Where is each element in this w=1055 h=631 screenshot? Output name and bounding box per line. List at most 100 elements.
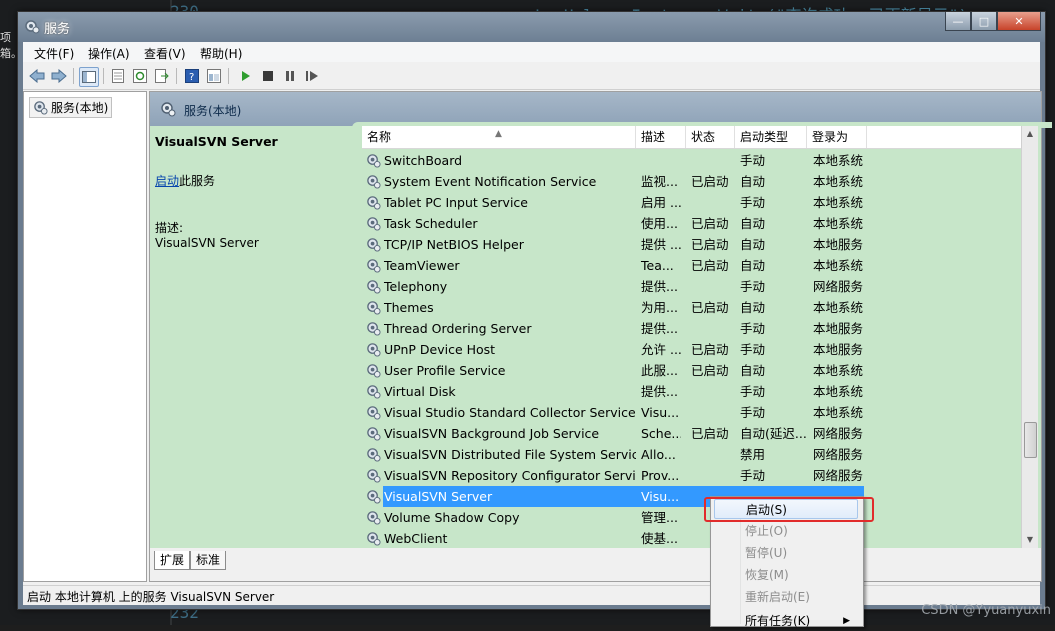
stop-service-icon[interactable] xyxy=(259,67,277,85)
service-gear-icon xyxy=(366,531,381,546)
service-description: Sche... xyxy=(641,426,681,441)
service-description: 提供... xyxy=(641,384,678,399)
svg-text:?: ? xyxy=(189,72,194,83)
toolbar: ? xyxy=(23,63,1040,90)
column-startup-type[interactable]: 启动类型 xyxy=(735,126,807,148)
background-side-text: 项 箱。 xyxy=(0,30,22,62)
service-log-on-as: 本地系统 xyxy=(813,384,864,399)
toolbar-separator xyxy=(73,68,74,84)
service-startup-type: 手动 xyxy=(740,153,766,168)
pause-service-icon[interactable] xyxy=(281,67,299,85)
service-description: 允许 ... xyxy=(641,342,681,357)
scrollbar-thumb[interactable] xyxy=(1024,422,1037,458)
service-status: 已启动 xyxy=(691,216,729,231)
service-row[interactable]: SwitchBoard 手动 本地系统 xyxy=(362,150,1024,171)
service-log-on-as: 本地系统 xyxy=(813,363,864,378)
service-row[interactable]: Task Scheduler 使用... 已启动 自动 本地系统 xyxy=(362,213,1024,234)
window-title: 服务 xyxy=(44,22,71,37)
service-name: Volume Shadow Copy xyxy=(384,510,520,525)
extended-description-panel: VisualSVN Server 启动此服务 描述: VisualSVN Ser… xyxy=(150,126,360,548)
vertical-scrollbar[interactable]: ▲ ▼ xyxy=(1021,126,1038,548)
column-log-on-as[interactable]: 登录为 xyxy=(807,126,867,148)
service-startup-type: 手动 xyxy=(740,342,766,357)
title-bar[interactable]: 服务 — □ ✕ xyxy=(18,12,1045,42)
scroll-down-arrow-icon[interactable]: ▼ xyxy=(1022,532,1038,548)
view-icon[interactable] xyxy=(205,67,223,85)
service-row[interactable]: VisualSVN Distributed File System Servic… xyxy=(362,444,1024,465)
tab-extended[interactable]: 扩展 xyxy=(154,551,191,570)
services-list: ▲ 名称 描述 状态 启动类型 登录为 SwitchBoard 手动 本地系统 Syst… xyxy=(362,126,1039,548)
service-row[interactable]: Volume Shadow Copy 管理... xyxy=(362,507,1024,528)
service-gear-icon xyxy=(366,153,381,168)
start-service-link[interactable]: 启动 xyxy=(155,174,179,188)
service-status xyxy=(691,381,735,402)
refresh-icon[interactable] xyxy=(131,67,149,85)
menu-action[interactable]: 操作(A) xyxy=(88,45,130,62)
service-description: 此服... xyxy=(641,363,678,378)
scroll-up-arrow-icon[interactable]: ▲ xyxy=(1022,126,1038,142)
service-name: UPnP Device Host xyxy=(384,342,496,357)
service-gear-icon xyxy=(366,468,381,483)
properties-icon[interactable] xyxy=(109,67,127,85)
maximize-button[interactable]: □ xyxy=(971,12,997,31)
tree-item-services-local[interactable]: 服务(本地) xyxy=(29,97,113,118)
help-icon[interactable]: ? xyxy=(183,67,201,85)
services-pane: 服务(本地) VisualSVN Server 启动此服务 描述: Visual… xyxy=(149,91,1052,582)
service-row[interactable]: VisualSVN Repository Configurator Servic… xyxy=(362,465,1024,486)
column-header: ▲ 名称 描述 状态 启动类型 登录为 xyxy=(362,126,1024,149)
services-gear-icon xyxy=(34,101,48,115)
menu-file[interactable]: 文件(F) xyxy=(34,45,74,62)
service-row[interactable]: System Event Notification Service 监视... 已启… xyxy=(362,171,1024,192)
service-status: 已启动 xyxy=(691,363,729,378)
service-name: VisualSVN Distributed File System Servic… xyxy=(384,447,636,462)
service-row[interactable]: Virtual Disk 提供... 手动 本地系统 xyxy=(362,381,1024,402)
service-row[interactable]: Thread Ordering Server 提供... 手动 本地服务 xyxy=(362,318,1024,339)
menu-item-stop[interactable]: 停止(O) xyxy=(714,521,858,541)
service-description xyxy=(636,150,681,171)
service-startup-type: 手动 xyxy=(740,321,766,336)
service-gear-icon xyxy=(366,384,381,399)
service-row[interactable]: Tablet PC Input Service 启用 ... 手动 本地系统 xyxy=(362,192,1024,213)
service-description: 提供... xyxy=(641,279,678,294)
service-startup-type: 手动 xyxy=(740,279,766,294)
service-description: 使基... xyxy=(641,531,678,546)
forward-arrow-icon[interactable] xyxy=(50,67,68,85)
menu-view[interactable]: 查看(V) xyxy=(144,45,186,62)
toolbar-separator xyxy=(176,68,177,84)
side-char: 箱。 xyxy=(0,47,22,60)
console-tree-icon[interactable] xyxy=(79,67,99,87)
service-log-on-as: 网络服务 xyxy=(813,279,864,294)
export-list-icon[interactable] xyxy=(153,67,171,85)
menu-item-all-tasks[interactable]: 所有任务(K) ▶ xyxy=(714,611,858,631)
service-row[interactable]: TCP/IP NetBIOS Helper 提供 ... 已启动 自动 本地服务 xyxy=(362,234,1024,255)
menu-item-restart[interactable]: 重新启动(E) xyxy=(714,587,858,607)
column-status[interactable]: 状态 xyxy=(686,126,735,148)
column-description[interactable]: 描述 xyxy=(636,126,686,148)
menu-item-pause[interactable]: 暂停(U) xyxy=(714,543,858,563)
service-row[interactable]: Telephony 提供... 手动 网络服务 xyxy=(362,276,1024,297)
service-log-on-as: 本地系统 xyxy=(813,300,864,315)
service-gear-icon xyxy=(366,405,381,420)
tab-standard[interactable]: 标准 xyxy=(190,551,227,570)
service-startup-type: 手动 xyxy=(740,384,766,399)
service-row[interactable]: VisualSVN Background Job Service Sche... 已… xyxy=(362,423,1024,444)
service-row[interactable]: VisualSVN Server Visu... xyxy=(362,486,1024,507)
minimize-button[interactable]: — xyxy=(945,12,971,31)
service-row[interactable]: Visual Studio Standard Collector Service… xyxy=(362,402,1024,423)
start-service-icon[interactable] xyxy=(237,67,255,85)
menu-help[interactable]: 帮助(H) xyxy=(200,45,242,62)
back-arrow-icon[interactable] xyxy=(28,67,46,85)
service-log-on-as: 网络服务 xyxy=(813,447,864,462)
service-row[interactable]: TeamViewer Tea... 已启动 自动 本地系统 xyxy=(362,255,1024,276)
service-row[interactable]: UPnP Device Host 允许 ... 已启动 手动 本地服务 xyxy=(362,339,1024,360)
service-row[interactable]: WebClient 使基... xyxy=(362,528,1024,549)
status-bar: 启动 本地计算机 上的服务 VisualSVN Server xyxy=(23,585,1040,605)
restart-service-icon[interactable] xyxy=(303,67,321,85)
service-row[interactable]: User Profile Service 此服... 已启动 自动 本地系统 xyxy=(362,360,1024,381)
column-name[interactable]: ▲ 名称 xyxy=(362,126,636,148)
service-row[interactable]: Themes 为用... 已启动 自动 本地系统 xyxy=(362,297,1024,318)
menu-item-resume[interactable]: 恢复(M) xyxy=(714,565,858,585)
side-char: 项 xyxy=(0,31,11,44)
close-button[interactable]: ✕ xyxy=(997,12,1041,31)
service-status xyxy=(691,276,735,297)
